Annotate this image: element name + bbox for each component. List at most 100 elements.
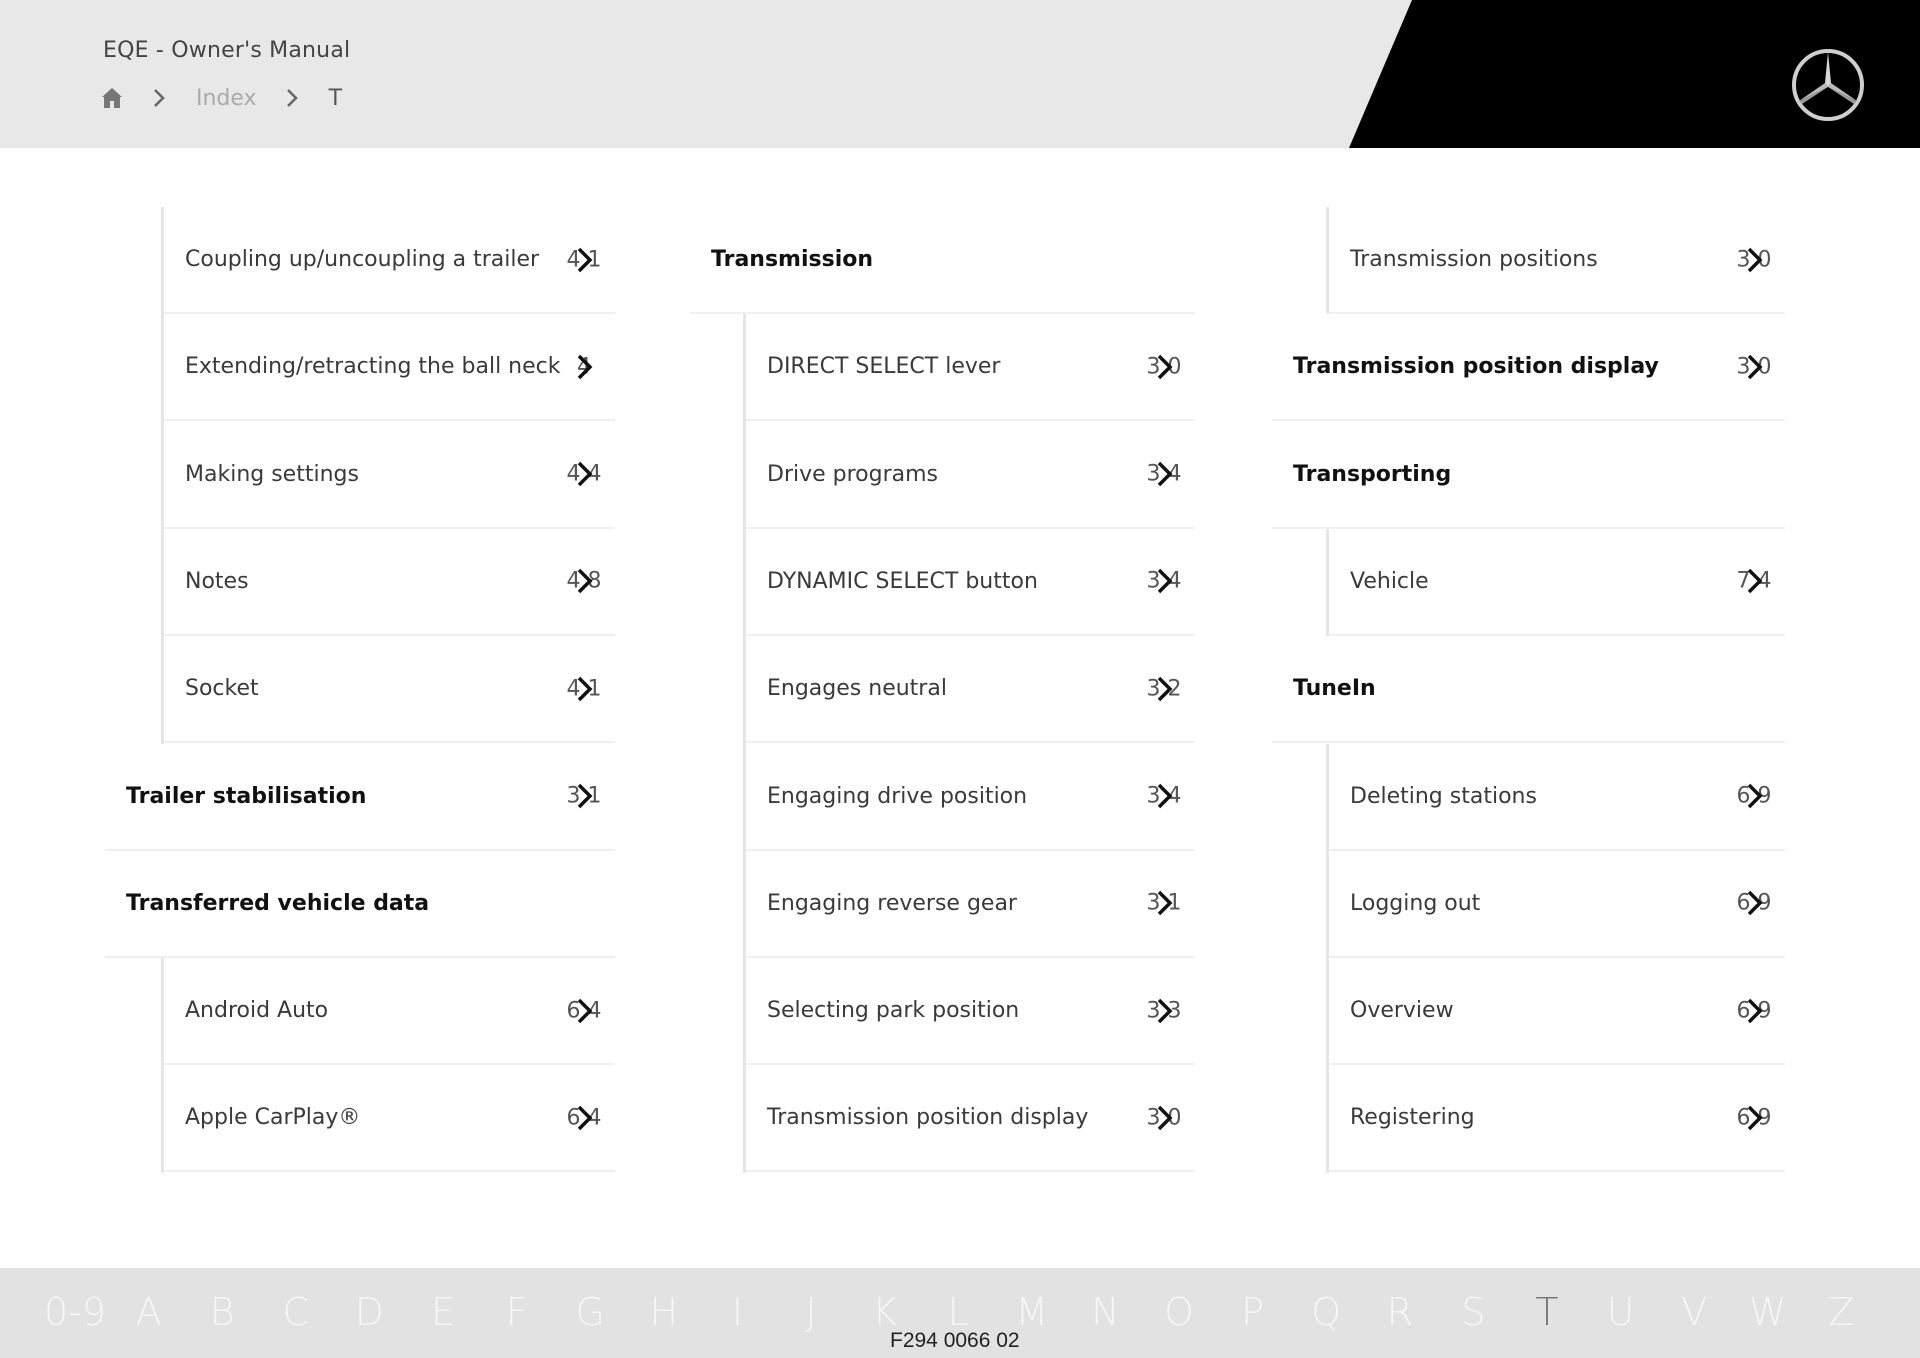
index-entry-heading: Transferred vehicle data bbox=[105, 851, 615, 958]
index-entry[interactable]: DYNAMIC SELECT button 3 4 bbox=[746, 529, 1195, 636]
index-entry[interactable]: Transmission positions 3 0 bbox=[1329, 207, 1785, 314]
alphabet-letter-h[interactable]: H bbox=[650, 1290, 679, 1334]
chevron-right-icon[interactable] bbox=[1155, 782, 1175, 810]
index-entry[interactable]: Drive programs 3 4 bbox=[746, 422, 1195, 529]
entry-label: Transmission positions bbox=[1350, 247, 1598, 272]
chevron-right-icon[interactable] bbox=[575, 997, 595, 1025]
alphabet-letter-d[interactable]: D bbox=[355, 1290, 384, 1334]
alphabet-letter-r[interactable]: R bbox=[1387, 1290, 1413, 1334]
entry-label: Overview bbox=[1350, 998, 1454, 1024]
alphabet-letter-g[interactable]: G bbox=[575, 1290, 604, 1334]
index-entry[interactable]: Vehicle 7 4 bbox=[1329, 529, 1785, 636]
chevron-right-icon[interactable] bbox=[1745, 889, 1765, 917]
tree-guide-line bbox=[161, 958, 164, 1173]
index-entry[interactable]: Socket 4 1 bbox=[164, 636, 615, 744]
chevron-right-icon[interactable] bbox=[1155, 675, 1175, 703]
chevron-right-icon[interactable] bbox=[1745, 353, 1765, 381]
alphabet-letter-u[interactable]: U bbox=[1607, 1290, 1635, 1334]
index-entry[interactable]: Registering 6 9 bbox=[1329, 1065, 1785, 1173]
entry-label: Making settings bbox=[185, 461, 359, 487]
index-entry[interactable]: Engaging reverse gear 3 1 bbox=[746, 851, 1195, 958]
index-entry[interactable]: Apple CarPlay® 6 4 bbox=[164, 1065, 615, 1173]
entry-label: Transmission position display bbox=[767, 1105, 1089, 1131]
chevron-right-icon[interactable] bbox=[1745, 246, 1765, 274]
alphabet-letter-0-9[interactable]: 0-9 bbox=[44, 1290, 106, 1334]
entry-label: Selecting park position bbox=[767, 998, 1020, 1024]
chevron-right-icon[interactable] bbox=[1745, 997, 1765, 1025]
chevron-right-icon[interactable] bbox=[575, 782, 595, 810]
chevron-right-icon[interactable] bbox=[1155, 567, 1175, 595]
tree-guide-line bbox=[161, 207, 164, 744]
index-entry[interactable]: DIRECT SELECT lever 3 0 bbox=[746, 314, 1195, 422]
index-entry[interactable]: Logging out 6 9 bbox=[1329, 851, 1785, 958]
document-code: F294 0066 02 bbox=[890, 1329, 1020, 1352]
index-entry[interactable]: Extending/retracting the ball neck 4 bbox=[164, 314, 615, 422]
tree-guide-line bbox=[1326, 528, 1329, 637]
index-entry[interactable]: Transmission position display 3 0 bbox=[746, 1065, 1195, 1173]
index-entry[interactable]: Engages neutral 3 2 bbox=[746, 636, 1195, 744]
index-entry[interactable]: Overview 6 9 bbox=[1329, 958, 1785, 1066]
chevron-right-icon[interactable] bbox=[575, 246, 595, 274]
chevron-right-icon[interactable] bbox=[1155, 889, 1175, 917]
entry-label: Engaging reverse gear bbox=[767, 890, 1017, 916]
chevron-right-icon[interactable] bbox=[575, 675, 595, 703]
entry-label: Vehicle bbox=[1350, 568, 1429, 594]
alphabet-letter-k[interactable]: K bbox=[872, 1290, 897, 1334]
index-entry[interactable]: Notes 4 8 bbox=[164, 529, 615, 636]
index-entry[interactable]: Deleting stations 6 9 bbox=[1329, 744, 1785, 851]
entry-label: Socket bbox=[185, 676, 259, 702]
entry-label: Android Auto bbox=[185, 998, 329, 1024]
chevron-right-icon[interactable] bbox=[1155, 1104, 1175, 1132]
chevron-right-icon[interactable] bbox=[575, 1104, 595, 1132]
alphabet-letter-q[interactable]: Q bbox=[1311, 1290, 1341, 1334]
index-entry[interactable]: Engaging drive position 3 4 bbox=[746, 744, 1195, 851]
breadcrumb: Index T bbox=[100, 82, 342, 114]
chevron-right-icon[interactable] bbox=[575, 460, 595, 488]
tree-guide-line bbox=[1326, 743, 1329, 1173]
index-entry[interactable]: Coupling up/uncoupling a trailer 4 1 bbox=[164, 207, 615, 314]
index-entry[interactable]: Making settings 4 4 bbox=[164, 422, 615, 529]
chevron-right-icon[interactable] bbox=[1155, 997, 1175, 1025]
alphabet-letter-i[interactable]: I bbox=[732, 1290, 743, 1334]
entry-label: Registering bbox=[1350, 1105, 1475, 1131]
alphabet-letter-c[interactable]: C bbox=[283, 1290, 310, 1334]
alphabet-letter-l[interactable]: L bbox=[948, 1290, 969, 1334]
chevron-right-icon[interactable] bbox=[1155, 460, 1175, 488]
mercedes-star-logo[interactable] bbox=[1790, 47, 1866, 123]
alphabet-letter-b[interactable]: B bbox=[210, 1290, 235, 1334]
entry-label: Apple CarPlay® bbox=[185, 1105, 361, 1131]
chevron-right-icon[interactable] bbox=[575, 567, 595, 595]
alphabet-letter-t[interactable]: T bbox=[1535, 1290, 1558, 1334]
chevron-right-icon[interactable] bbox=[1745, 782, 1765, 810]
alphabet-letter-m[interactable]: M bbox=[1015, 1290, 1048, 1334]
entry-label: Transmission bbox=[711, 247, 874, 272]
alphabet-letter-j[interactable]: J bbox=[805, 1290, 816, 1334]
chevron-right-icon[interactable] bbox=[575, 353, 595, 381]
chevron-right-icon[interactable] bbox=[1155, 353, 1175, 381]
index-entry-heading[interactable]: Trailer stabilisation 3 1 bbox=[105, 744, 615, 851]
alphabet-letter-f[interactable]: F bbox=[506, 1290, 528, 1334]
breadcrumb-index[interactable]: Index bbox=[196, 86, 257, 111]
index-entry-heading: Transmission bbox=[690, 207, 1195, 314]
home-icon[interactable] bbox=[100, 86, 124, 110]
entry-label: TuneIn bbox=[1293, 676, 1376, 702]
index-entry[interactable]: Android Auto 6 4 bbox=[164, 958, 615, 1066]
entry-label: Drive programs bbox=[767, 461, 939, 487]
entry-label: Engages neutral bbox=[767, 676, 947, 702]
chevron-right-icon[interactable] bbox=[1745, 567, 1765, 595]
entry-label: Extending/retracting the ball neck bbox=[185, 354, 561, 380]
entry-label: Deleting stations bbox=[1350, 783, 1537, 809]
alphabet-letter-w[interactable]: W bbox=[1749, 1290, 1787, 1334]
chevron-right-icon[interactable] bbox=[1745, 1104, 1765, 1132]
alphabet-letter-p[interactable]: P bbox=[1241, 1290, 1264, 1334]
alphabet-letter-o[interactable]: O bbox=[1164, 1290, 1194, 1334]
index-entry[interactable]: Selecting park position 3 3 bbox=[746, 958, 1195, 1066]
alphabet-letter-n[interactable]: N bbox=[1091, 1290, 1119, 1334]
alphabet-letter-z[interactable]: Z bbox=[1828, 1290, 1854, 1334]
brand-banner bbox=[1349, 0, 1920, 148]
alphabet-letter-s[interactable]: S bbox=[1461, 1290, 1485, 1334]
alphabet-letter-e[interactable]: E bbox=[431, 1290, 455, 1334]
alphabet-letter-a[interactable]: A bbox=[136, 1290, 162, 1334]
index-entry-heading[interactable]: Transmission position display 3 0 bbox=[1272, 314, 1785, 422]
alphabet-letter-v[interactable]: V bbox=[1681, 1290, 1707, 1334]
